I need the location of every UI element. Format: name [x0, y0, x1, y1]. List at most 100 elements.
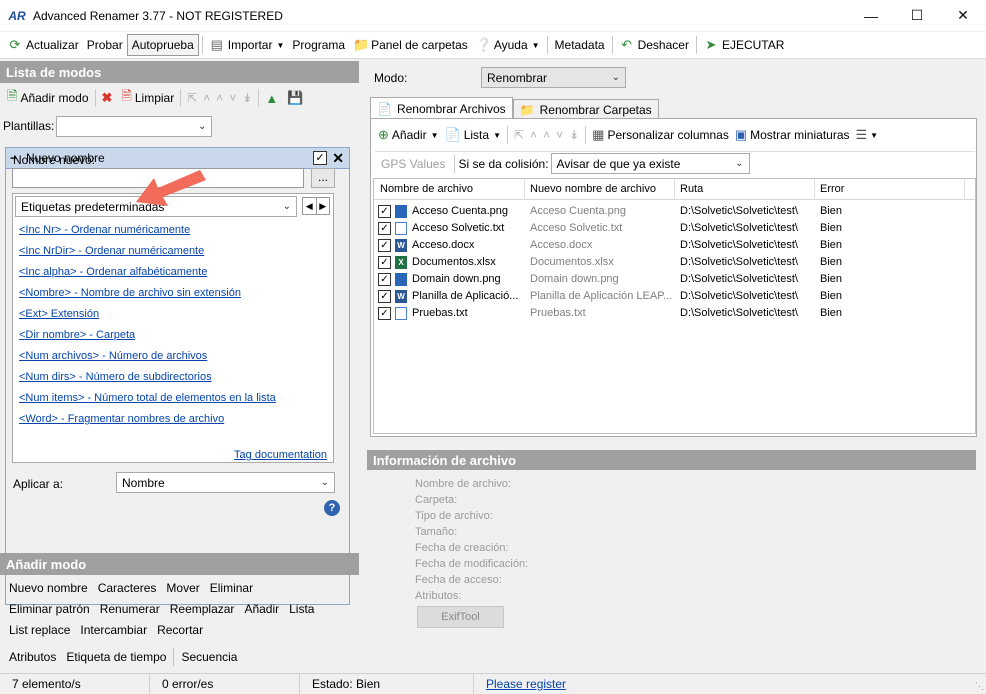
add-files-button[interactable]: ⊕ Añadir ▼	[375, 124, 442, 146]
mode-option[interactable]: Atributos	[4, 650, 61, 664]
mode-option[interactable]: Recortar	[152, 623, 208, 637]
tag-link[interactable]: <Word> - Fragmentar nombres de archivo	[19, 413, 224, 425]
add-files-label: Añadir	[391, 128, 427, 142]
move-down-button[interactable]: ˅	[553, 124, 566, 146]
mode-option[interactable]: List replace	[4, 623, 75, 637]
browse-tags-button[interactable]: ...	[311, 168, 335, 188]
column-header[interactable]: Ruta	[680, 183, 703, 195]
row-checkbox[interactable]: ✓	[378, 290, 391, 303]
row-checkbox[interactable]: ✓	[378, 222, 391, 235]
register-link[interactable]: Please register	[474, 674, 566, 694]
mode-option[interactable]: Eliminar	[205, 581, 258, 595]
plantillas-select[interactable]: ⌄	[56, 115, 213, 137]
mode-option[interactable]: Renumerar	[95, 602, 165, 616]
move-bottom-button[interactable]: ↡	[566, 124, 582, 146]
table-row[interactable]: ✓ W Planilla de Aplicació... Planilla de Ap…	[374, 288, 975, 305]
mode-option[interactable]: Nuevo nombre	[4, 581, 93, 595]
modo-select[interactable]: Renombrar ⌄	[481, 67, 626, 88]
lista-button[interactable]: 📄 Lista ▼	[442, 124, 504, 146]
mode-option[interactable]: Añadir	[239, 602, 284, 616]
table-row[interactable]: ✓ Domain down.png Domain down.png D:\Solvet…	[374, 271, 975, 288]
deshacer-button[interactable]: ↶ Deshacer	[616, 34, 693, 56]
actualizar-button[interactable]: ⟳ Actualizar	[4, 34, 83, 56]
ayuda-menu[interactable]: ❔ Ayuda ▼	[472, 34, 544, 56]
move-down-button[interactable]: ˅	[226, 87, 239, 109]
thumbnail-icon: ▣	[734, 127, 748, 142]
next-icon[interactable]: ▶	[317, 198, 330, 214]
move-up-button[interactable]: ˄	[213, 87, 226, 109]
mode-option[interactable]: Mover	[161, 581, 204, 595]
tag-link[interactable]: <Dir nombre> - Carpeta	[19, 329, 135, 341]
mode-option[interactable]: Lista	[284, 602, 319, 616]
column-header[interactable]: Nombre de archivo	[380, 183, 473, 195]
probar-button[interactable]: Probar	[83, 34, 127, 56]
tag-link[interactable]: <Num archivos> - Número de archivos	[19, 350, 207, 362]
add-mode-button[interactable]: 🗎 Añadir modo	[4, 87, 92, 109]
mode-option[interactable]: Caracteres	[93, 581, 162, 595]
aplicar-select[interactable]: Nombre ⌄	[116, 472, 335, 493]
mode-option[interactable]: Intercambiar	[75, 623, 152, 637]
tag-link[interactable]: <Num items> - Número total de elementos …	[19, 392, 276, 404]
expand-all-button[interactable]: ⇱	[184, 87, 200, 109]
gps-values-button[interactable]: GPS Values	[375, 157, 451, 171]
tag-link[interactable]: <Num dirs> - Número de subdirectorios	[19, 371, 212, 383]
importar-menu[interactable]: ▤ Importar ▼	[206, 34, 289, 56]
remove-mode-button[interactable]: ✕	[332, 150, 344, 167]
expand-button[interactable]: ⇱	[511, 124, 527, 146]
tag-link[interactable]: <Nombre> - Nombre de archivo sin extensi…	[19, 287, 241, 299]
colision-select[interactable]: Avisar de que ya existe ⌄	[550, 153, 750, 174]
tab-renombrar-archivos[interactable]: 📄 Renombrar Archivos	[370, 97, 513, 119]
mode-option[interactable]: Secuencia	[176, 650, 242, 664]
mostrar-miniaturas-button[interactable]: ▣ Mostrar miniaturas	[732, 124, 853, 146]
rename-tabs: 📄 Renombrar Archivos 📁 Renombrar Carpetas	[370, 97, 659, 119]
tag-link[interactable]: <Ext> Extensión	[19, 308, 99, 320]
metadata-button[interactable]: Metadata	[551, 34, 609, 56]
row-checkbox[interactable]: ✓	[378, 256, 391, 269]
close-window-button[interactable]: ✕	[940, 0, 986, 31]
limpiar-button[interactable]: 🗎 Limpiar	[118, 87, 177, 109]
row-checkbox[interactable]: ✓	[378, 307, 391, 320]
mode-option[interactable]: Reemplazar	[165, 602, 240, 616]
maximize-button[interactable]: ☐	[894, 0, 940, 31]
row-checkbox[interactable]: ✓	[378, 205, 391, 218]
table-row[interactable]: ✓ X Documentos.xlsx Documentos.xlsx D:\Solve…	[374, 254, 975, 271]
tag-link[interactable]: <Inc Nr> - Ordenar numéricamente	[19, 224, 190, 236]
mode-option[interactable]: Eliminar patrón	[4, 602, 95, 616]
tab-renombrar-carpetas[interactable]: 📁 Renombrar Carpetas	[512, 99, 659, 119]
save-button[interactable]: 💾	[284, 87, 309, 109]
exiftool-button[interactable]: ExifTool	[417, 606, 504, 628]
view-options-button[interactable]: ☰ ▼	[853, 124, 882, 146]
help-icon[interactable]: ?	[324, 500, 340, 516]
minimize-button[interactable]: —	[848, 0, 894, 31]
ejecutar-button[interactable]: ➤ EJECUTAR	[700, 34, 788, 56]
tag-link[interactable]: <Inc alpha> - Ordenar alfabéticamente	[19, 266, 207, 278]
row-checkbox[interactable]: ✓	[378, 273, 391, 286]
mode-option[interactable]: Etiqueta de tiempo	[61, 650, 171, 664]
column-divider[interactable]	[814, 179, 815, 200]
row-checkbox[interactable]: ✓	[378, 239, 391, 252]
table-row[interactable]: ✓ Pruebas.txt Pruebas.txt D:\Solvetic\Solve…	[374, 305, 975, 322]
autoprueba-toggle[interactable]: Autoprueba	[126, 34, 199, 56]
mode-enabled-checkbox[interactable]: ✓	[313, 151, 327, 165]
programa-menu[interactable]: Programa	[288, 34, 349, 56]
load-button[interactable]: ▲	[262, 87, 284, 109]
table-row[interactable]: ✓ Acceso Cuenta.png Acceso Cuenta.png D:\So…	[374, 203, 975, 220]
column-divider[interactable]	[524, 179, 525, 200]
column-header[interactable]: Nuevo nombre de archivo	[530, 183, 656, 195]
panel-carpetas-button[interactable]: 📁 Panel de carpetas	[349, 34, 472, 56]
table-row[interactable]: ✓ W Acceso.docx Acceso.docx D:\Solvetic\Solv…	[374, 237, 975, 254]
table-row[interactable]: ✓ Acceso Solvetic.txt Acceso Solvetic.txt D…	[374, 220, 975, 237]
move-up-button[interactable]: ˄	[527, 124, 540, 146]
tag-link[interactable]: <Inc NrDir> - Ordenar numéricamente	[19, 245, 204, 257]
column-divider[interactable]	[964, 179, 965, 200]
move-up-button[interactable]: ˄	[540, 124, 553, 146]
tag-documentation-link[interactable]: Tag documentation	[234, 449, 327, 461]
column-header[interactable]: Error	[820, 183, 844, 195]
delete-mode-button[interactable]: ✖	[99, 87, 119, 109]
prev-icon[interactable]: ◀	[303, 198, 317, 214]
column-divider[interactable]	[674, 179, 675, 200]
personalizar-columnas-button[interactable]: ▦ Personalizar columnas	[589, 124, 732, 146]
collapse-up-button[interactable]: ˄	[200, 87, 213, 109]
move-bottom-button[interactable]: ↡	[239, 87, 255, 109]
resize-grip-icon[interactable]: ⋱	[975, 681, 984, 692]
